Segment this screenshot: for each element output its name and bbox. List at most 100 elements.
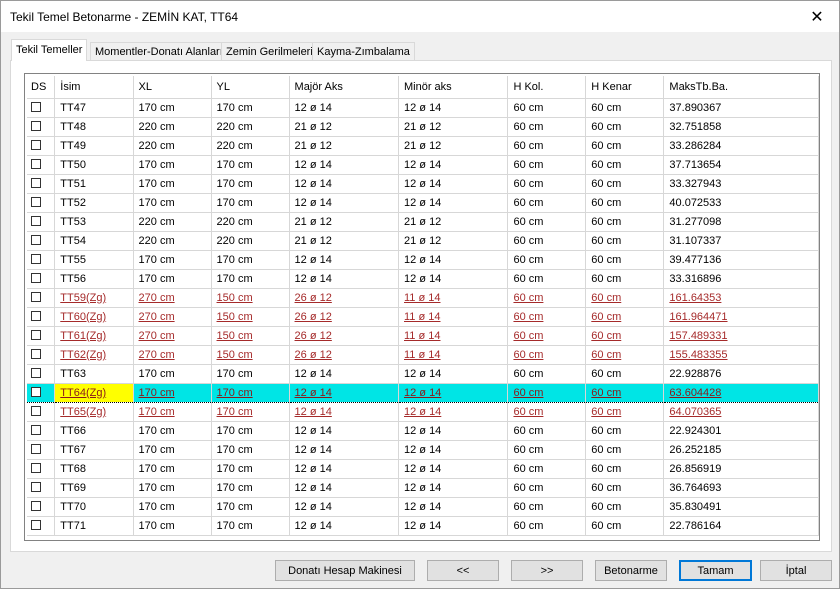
next-button[interactable]: >>: [511, 560, 583, 581]
tab-tekil-temeller[interactable]: Tekil Temeller: [11, 39, 88, 61]
ds-checkbox[interactable]: [31, 386, 41, 397]
ds-checkbox[interactable]: [31, 405, 41, 416]
cell-major-aks: 12 ø 14: [289, 98, 400, 118]
ds-checkbox[interactable]: [31, 348, 41, 359]
column-header-maks-tb-ba[interactable]: MaksTb.Ba.: [663, 76, 819, 99]
cell-name: TT66: [54, 421, 134, 441]
cell-major-aks: 12 ø 14: [289, 174, 400, 194]
ds-checkbox[interactable]: [31, 481, 41, 492]
cell-minor-aks: 12 ø 14: [398, 193, 509, 213]
table-row[interactable]: TT49 220 cm 220 cm 21 ø 12 21 ø 12 60 cm 60 cm…: [27, 136, 819, 156]
ds-checkbox[interactable]: [31, 519, 41, 530]
table-row[interactable]: TT66 170 cm 170 cm 12 ø 14 12 ø 14 60 cm 60 cm…: [27, 421, 819, 441]
cell-minor-aks: 12 ø 14: [398, 497, 509, 517]
cell-maks-tb-ba: 63.604428: [663, 382, 819, 403]
ds-checkbox[interactable]: [31, 462, 41, 473]
ds-checkbox[interactable]: [31, 500, 41, 511]
column-header-yl[interactable]: YL: [211, 76, 290, 99]
cell-ds: [27, 212, 56, 232]
ds-checkbox[interactable]: [31, 310, 41, 321]
table-row[interactable]: TT50 170 cm 170 cm 12 ø 14 12 ø 14 60 cm 60 cm…: [27, 155, 819, 175]
cell-maks-tb-ba: 39.477136: [663, 250, 819, 270]
cell-maks-tb-ba: 33.316896: [663, 269, 819, 289]
cancel-button[interactable]: İptal: [760, 560, 832, 581]
ds-checkbox[interactable]: [31, 177, 41, 188]
cell-h-kol: 60 cm: [507, 307, 587, 327]
tab-zemin-gerilmeleri[interactable]: Zemin Gerilmeleri: [221, 42, 318, 61]
table-row[interactable]: TT47 170 cm 170 cm 12 ø 14 12 ø 14 60 cm 60 cm…: [27, 98, 819, 118]
ds-checkbox[interactable]: [31, 291, 41, 302]
table-row[interactable]: TT53 220 cm 220 cm 21 ø 12 21 ø 12 60 cm 60 cm…: [27, 212, 819, 232]
cell-minor-aks: 21 ø 12: [398, 136, 509, 156]
ds-checkbox[interactable]: [31, 272, 41, 283]
ok-button[interactable]: Tamam: [679, 560, 752, 581]
table-row[interactable]: TT55 170 cm 170 cm 12 ø 14 12 ø 14 60 cm 60 cm…: [27, 250, 819, 270]
cell-ds: [27, 382, 56, 403]
table-row[interactable]: TT69 170 cm 170 cm 12 ø 14 12 ø 14 60 cm 60 cm…: [27, 478, 819, 498]
cell-major-aks: 21 ø 12: [289, 136, 400, 156]
cell-h-kenar: 60 cm: [585, 269, 665, 289]
cell-ds: [27, 98, 56, 118]
table-row[interactable]: TT70 170 cm 170 cm 12 ø 14 12 ø 14 60 cm 60 cm…: [27, 497, 819, 517]
cell-xl: 270 cm: [133, 326, 212, 346]
cell-major-aks: 26 ø 12: [289, 307, 400, 327]
cell-h-kol: 60 cm: [507, 193, 587, 213]
cell-major-aks: 12 ø 14: [289, 364, 400, 384]
donati-hesap-makinesi-button[interactable]: Donatı Hesap Makinesi: [275, 560, 415, 581]
cell-h-kol: 60 cm: [507, 497, 587, 517]
cell-ds: [27, 478, 56, 498]
cell-maks-tb-ba: 26.856919: [663, 459, 819, 479]
ds-checkbox[interactable]: [31, 367, 41, 378]
close-icon[interactable]: ✕: [795, 1, 839, 32]
cell-maks-tb-ba: 26.252185: [663, 440, 819, 460]
table-row[interactable]: TT51 170 cm 170 cm 12 ø 14 12 ø 14 60 cm 60 cm…: [27, 174, 819, 194]
cell-minor-aks: 11 ø 14: [398, 288, 509, 308]
cell-xl: 170 cm: [133, 269, 212, 289]
ds-checkbox[interactable]: [31, 329, 41, 340]
ds-checkbox[interactable]: [31, 443, 41, 454]
cell-minor-aks: 12 ø 14: [398, 459, 509, 479]
column-header-minor-aks[interactable]: Minör aks: [398, 76, 509, 99]
table-row[interactable]: TT67 170 cm 170 cm 12 ø 14 12 ø 14 60 cm 60 cm…: [27, 440, 819, 460]
cell-h-kenar: 60 cm: [585, 193, 665, 213]
column-header-isim[interactable]: İsim: [54, 76, 134, 99]
ds-checkbox[interactable]: [31, 158, 41, 169]
previous-button[interactable]: <<: [427, 560, 499, 581]
table-row[interactable]: TT64(Zg) 170 cm 170 cm 12 ø 14 12 ø 14 60 cm 6…: [27, 382, 819, 403]
table-row[interactable]: TT48 220 cm 220 cm 21 ø 12 21 ø 12 60 cm 60 cm…: [27, 117, 819, 137]
table-row[interactable]: TT61(Zg) 270 cm 150 cm 26 ø 12 11 ø 14 60 cm 6…: [27, 326, 819, 346]
ds-checkbox[interactable]: [31, 215, 41, 226]
cell-ds: [27, 231, 56, 251]
table-row[interactable]: TT68 170 cm 170 cm 12 ø 14 12 ø 14 60 cm 60 cm…: [27, 459, 819, 479]
ds-checkbox[interactable]: [31, 139, 41, 150]
table-row[interactable]: TT63 170 cm 170 cm 12 ø 14 12 ø 14 60 cm 60 cm…: [27, 364, 819, 384]
ds-checkbox[interactable]: [31, 120, 41, 131]
cell-name: TT69: [54, 478, 134, 498]
table-row[interactable]: TT59(Zg) 270 cm 150 cm 26 ø 12 11 ø 14 60 cm 6…: [27, 288, 819, 308]
column-header-major-aks[interactable]: Majör Aks: [289, 76, 400, 99]
table-row[interactable]: TT54 220 cm 220 cm 21 ø 12 21 ø 12 60 cm 60 cm…: [27, 231, 819, 251]
table-row[interactable]: TT52 170 cm 170 cm 12 ø 14 12 ø 14 60 cm 60 cm…: [27, 193, 819, 213]
tab-kayma-zimbalama[interactable]: Kayma-Zımbalama: [312, 42, 415, 61]
ds-checkbox[interactable]: [31, 234, 41, 245]
column-header-h-kenar[interactable]: H Kenar: [585, 76, 665, 99]
cell-xl: 220 cm: [133, 136, 212, 156]
column-header-xl[interactable]: XL: [133, 76, 212, 99]
table-row[interactable]: TT62(Zg) 270 cm 150 cm 26 ø 12 11 ø 14 60 cm 6…: [27, 345, 819, 365]
table-row[interactable]: TT65(Zg) 170 cm 170 cm 12 ø 14 12 ø 14 60 cm 6…: [27, 402, 819, 422]
ds-checkbox[interactable]: [31, 253, 41, 264]
ds-checkbox[interactable]: [31, 196, 41, 207]
ds-checkbox[interactable]: [31, 424, 41, 435]
tab-momentler-donati-alanlari[interactable]: Momentler-Donatı Alanları: [90, 42, 228, 61]
table-row[interactable]: TT56 170 cm 170 cm 12 ø 14 12 ø 14 60 cm 60 cm…: [27, 269, 819, 289]
cell-h-kol: 60 cm: [507, 288, 587, 308]
table-row[interactable]: TT71 170 cm 170 cm 12 ø 14 12 ø 14 60 cm 60 cm…: [27, 516, 819, 536]
table-row[interactable]: TT60(Zg) 270 cm 150 cm 26 ø 12 11 ø 14 60 cm 6…: [27, 307, 819, 327]
ds-checkbox[interactable]: [31, 101, 41, 112]
column-header-ds[interactable]: DS: [27, 76, 56, 99]
cell-yl: 170 cm: [211, 364, 290, 384]
cell-h-kol: 60 cm: [507, 174, 587, 194]
cell-name: TT68: [54, 459, 134, 479]
betonarme-button[interactable]: Betonarme: [595, 560, 667, 581]
column-header-h-kol[interactable]: H Kol.: [507, 76, 587, 99]
